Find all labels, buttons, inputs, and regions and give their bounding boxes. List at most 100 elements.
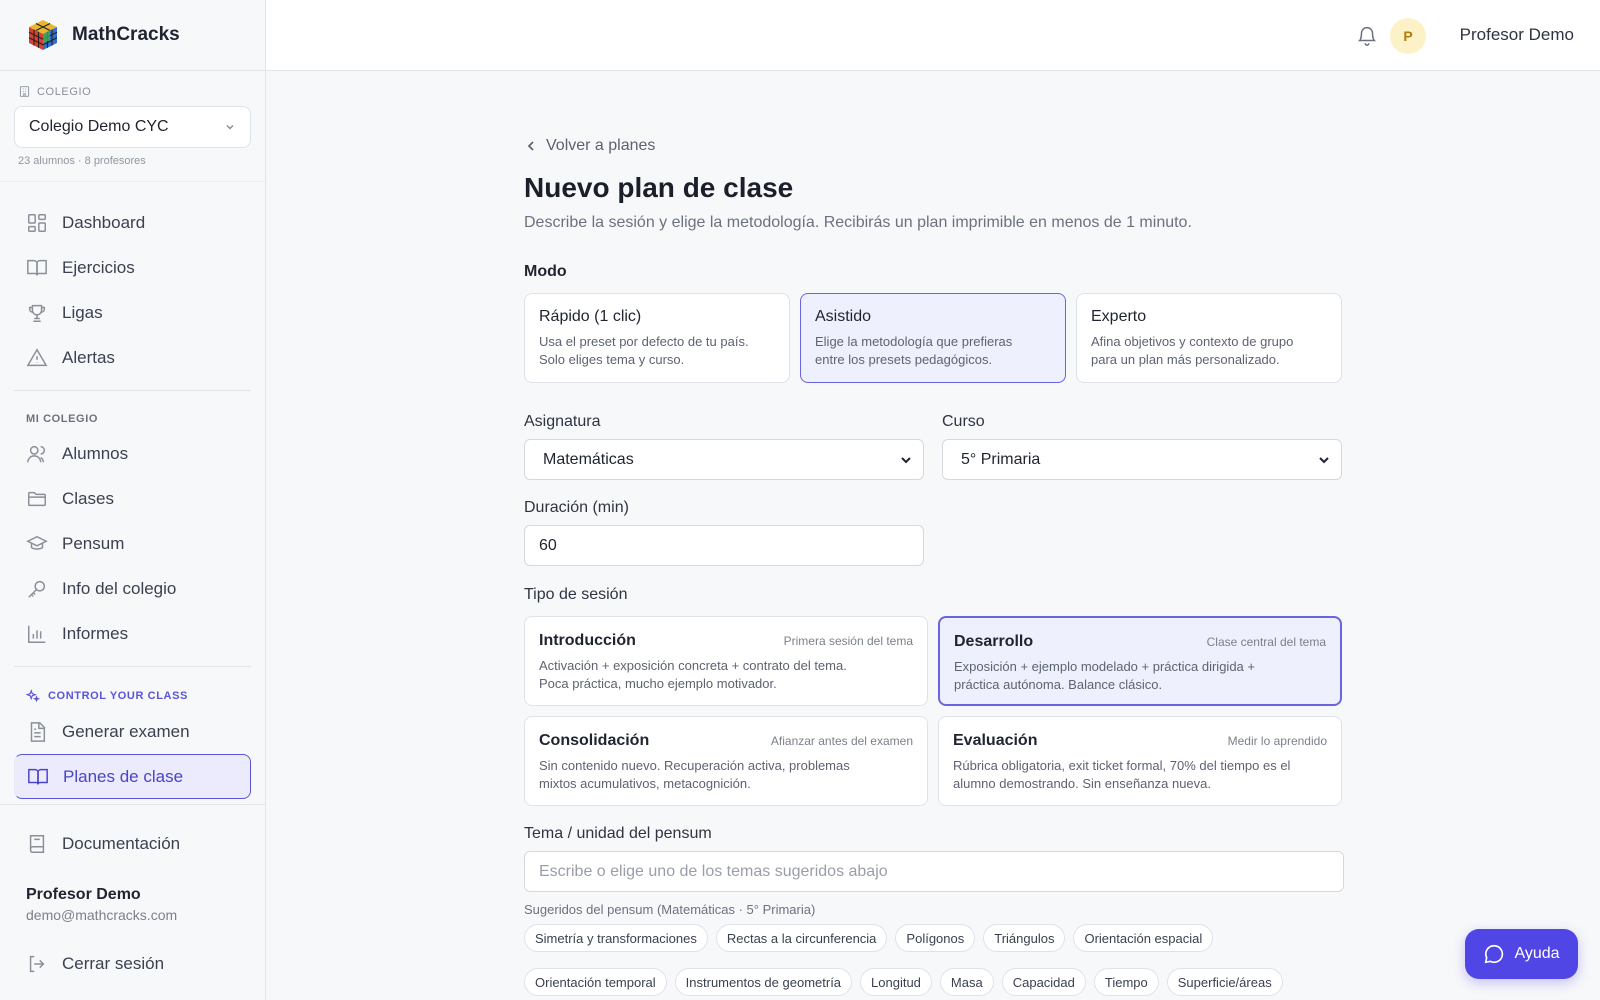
topbar-user-name[interactable]: Profesor Demo	[1460, 25, 1574, 45]
subject-select[interactable]: Matemáticas	[524, 439, 924, 480]
session-type-label: Tipo de sesión	[524, 586, 628, 603]
warning-icon	[26, 347, 48, 366]
session-desc-line: Poca práctica, mucho ejemplo motivador.	[539, 676, 777, 691]
topic-chip[interactable]: Masa	[939, 968, 994, 996]
school-select[interactable]: Colegio Demo CYC	[14, 106, 251, 148]
sidebar-item-informes[interactable]: Informes	[14, 611, 251, 656]
logout-nav: Cerrar sesión	[0, 923, 265, 986]
topic-chip[interactable]: Triángulos	[983, 924, 1066, 952]
sidebar-item-label: Ejercicios	[62, 257, 135, 277]
session-description: Exposición + ejemplo modelado + práctica…	[954, 658, 1326, 694]
mode-option-rapido[interactable]: Rápido (1 clic) Usa el preset por defect…	[524, 293, 790, 383]
grid-icon	[28, 213, 46, 232]
topic-suggestions: Simetría y transformaciones Rectas a la …	[524, 924, 1344, 996]
help-button[interactable]: Ayuda	[1465, 929, 1578, 979]
sidebar-item-label: Dashboard	[62, 212, 146, 232]
bar-chart-icon	[28, 625, 46, 643]
book-icon	[29, 834, 45, 853]
sidebar-item-info-colegio[interactable]: Info del colegio	[14, 566, 251, 611]
mode-desc-line: para un plan más personalizado.	[1091, 352, 1280, 367]
chevron-left-icon	[527, 141, 534, 151]
topic-chip[interactable]: Tiempo	[1093, 968, 1159, 996]
trophy-icon	[28, 304, 46, 322]
duration-input[interactable]: 60	[524, 525, 924, 566]
session-option-desarrollo[interactable]: Desarrollo Clase central del tema Exposic…	[938, 616, 1342, 706]
sidebar-item-ligas[interactable]: Ligas	[14, 290, 251, 335]
section-label-control-your-class: CONTROL YOUR CLASS	[0, 679, 265, 709]
sidebar: MathCracks COLEGIO Colegio Demo CYC 23 a…	[0, 0, 266, 1000]
topic-input[interactable]: Escribe o elige uno de los temas sugerid…	[524, 851, 1344, 892]
back-link[interactable]: Volver a planes	[524, 132, 1344, 160]
page-subtitle: Describe la sesión y elige la metodologí…	[524, 214, 1192, 231]
session-option-introduccion[interactable]: Introducción Primera sesión del tema Acti…	[524, 616, 928, 706]
logout-icon	[29, 955, 45, 972]
book-open-icon	[28, 768, 48, 784]
sidebar-item-planes-de-clase[interactable]: Planes de clase	[14, 754, 251, 799]
app-name: MathCracks	[72, 24, 180, 45]
sidebar-item-clases[interactable]: Clases	[14, 476, 251, 521]
suggestions-hint: Sugeridos del pensum (Matemáticas · 5° P…	[524, 902, 816, 917]
sidebar-item-label: Ligas	[62, 302, 103, 322]
sidebar-item-alertas[interactable]: Alertas	[14, 335, 251, 380]
session-option-evaluacion[interactable]: Evaluación Medir lo aprendido Rúbrica obl…	[938, 716, 1342, 806]
mode-options: Rápido (1 clic) Usa el preset por defect…	[524, 293, 1344, 383]
sidebar-item-label: Informes	[62, 623, 129, 643]
mode-option-experto[interactable]: Experto Afina objetivos y contexto de gr…	[1076, 293, 1342, 383]
file-text-icon	[30, 721, 46, 742]
mode-desc-line: Solo eliges tema y curso.	[539, 352, 685, 367]
session-desc-line: Activación + exposición concreta + contr…	[539, 658, 847, 673]
session-desc-line: Rúbrica obligatoria, exit ticket formal,…	[953, 758, 1291, 773]
sidebar-item-label: Alumnos	[62, 443, 129, 463]
session-meta: Afianzar antes del examen	[770, 734, 913, 748]
topic-chip[interactable]: Simetría y transformaciones	[524, 924, 708, 952]
chevron-down-icon	[1319, 456, 1329, 463]
sidebar-item-label: Planes de clase	[63, 766, 184, 786]
topic-chip[interactable]: Instrumentos de geometría	[674, 968, 853, 996]
topic-chip[interactable]: Longitud	[860, 968, 932, 996]
main-content: Volver a planes Nuevo plan de clase Desc…	[524, 132, 1344, 996]
logout-button[interactable]: Cerrar sesión	[14, 941, 251, 986]
topic-chip[interactable]: Orientación espacial	[1073, 924, 1214, 952]
session-header: Consolidación Afianzar antes del examen	[539, 732, 913, 750]
session-description: Activación + exposición concreta + contr…	[539, 657, 913, 693]
bell-icon[interactable]	[1356, 24, 1378, 46]
chat-bubble-icon	[1485, 944, 1504, 964]
mode-label: Modo	[524, 263, 567, 280]
sidebar-item-generar-examen[interactable]: Generar examen	[14, 709, 251, 754]
sidebar-item-pensum[interactable]: Pensum	[14, 521, 251, 566]
key-icon	[28, 580, 46, 598]
sidebar-item-ejercicios[interactable]: Ejercicios	[14, 245, 251, 290]
brand[interactable]: MathCracks	[0, 0, 265, 71]
mode-option-asistido[interactable]: Asistido Elige la metodología que prefie…	[800, 293, 1066, 383]
sidebar-item-label: Documentación	[62, 833, 181, 853]
session-description: Sin contenido nuevo. Recuperación activa…	[539, 757, 913, 793]
mode-desc-line: entre los presets pedagógicos.	[815, 352, 993, 367]
topic-chip[interactable]: Polígonos	[895, 924, 976, 952]
topic-chip[interactable]: Orientación temporal	[524, 968, 667, 996]
school-label-row: COLEGIO	[18, 85, 251, 98]
course-label: Curso	[942, 413, 985, 430]
rubiks-cube-logo-icon	[28, 20, 58, 50]
topic-chip[interactable]: Superficie/áreas	[1166, 968, 1283, 996]
section-label-text: CONTROL YOUR CLASS	[48, 690, 188, 702]
section-label-mi-colegio: MI COLEGIO	[26, 413, 98, 425]
session-title: Consolidación	[539, 732, 650, 749]
mode-description: Usa el preset por defecto de tu país. Sol…	[539, 333, 775, 369]
session-desc-line: mixtos acumulativos, metacognición.	[539, 776, 751, 791]
divider	[14, 666, 251, 667]
topic-chip[interactable]: Rectas a la circunferencia	[715, 924, 888, 952]
topbar: P Profesor Demo	[266, 0, 1600, 71]
topic-chip[interactable]: Capacidad	[1001, 968, 1086, 996]
session-option-consolidacion[interactable]: Consolidación Afianzar antes del examen S…	[524, 716, 928, 806]
page-title: Nuevo plan de clase	[524, 172, 794, 203]
course-select[interactable]: 5° Primaria	[942, 439, 1342, 480]
sidebar-item-alumnos[interactable]: Alumnos	[14, 431, 251, 476]
duration-field: Duración (min) 60	[524, 499, 924, 566]
mode-title: Experto	[1091, 308, 1147, 325]
mode-title: Rápido (1 clic)	[539, 308, 642, 325]
sidebar-item-dashboard[interactable]: Dashboard	[14, 200, 251, 245]
avatar[interactable]: P	[1390, 18, 1426, 54]
sidebar-item-documentacion[interactable]: Documentación	[14, 821, 251, 866]
sidebar-item-label: Alertas	[62, 347, 115, 367]
sidebar-footer: Documentación Profesor Demo demo@mathcra…	[0, 804, 265, 1000]
